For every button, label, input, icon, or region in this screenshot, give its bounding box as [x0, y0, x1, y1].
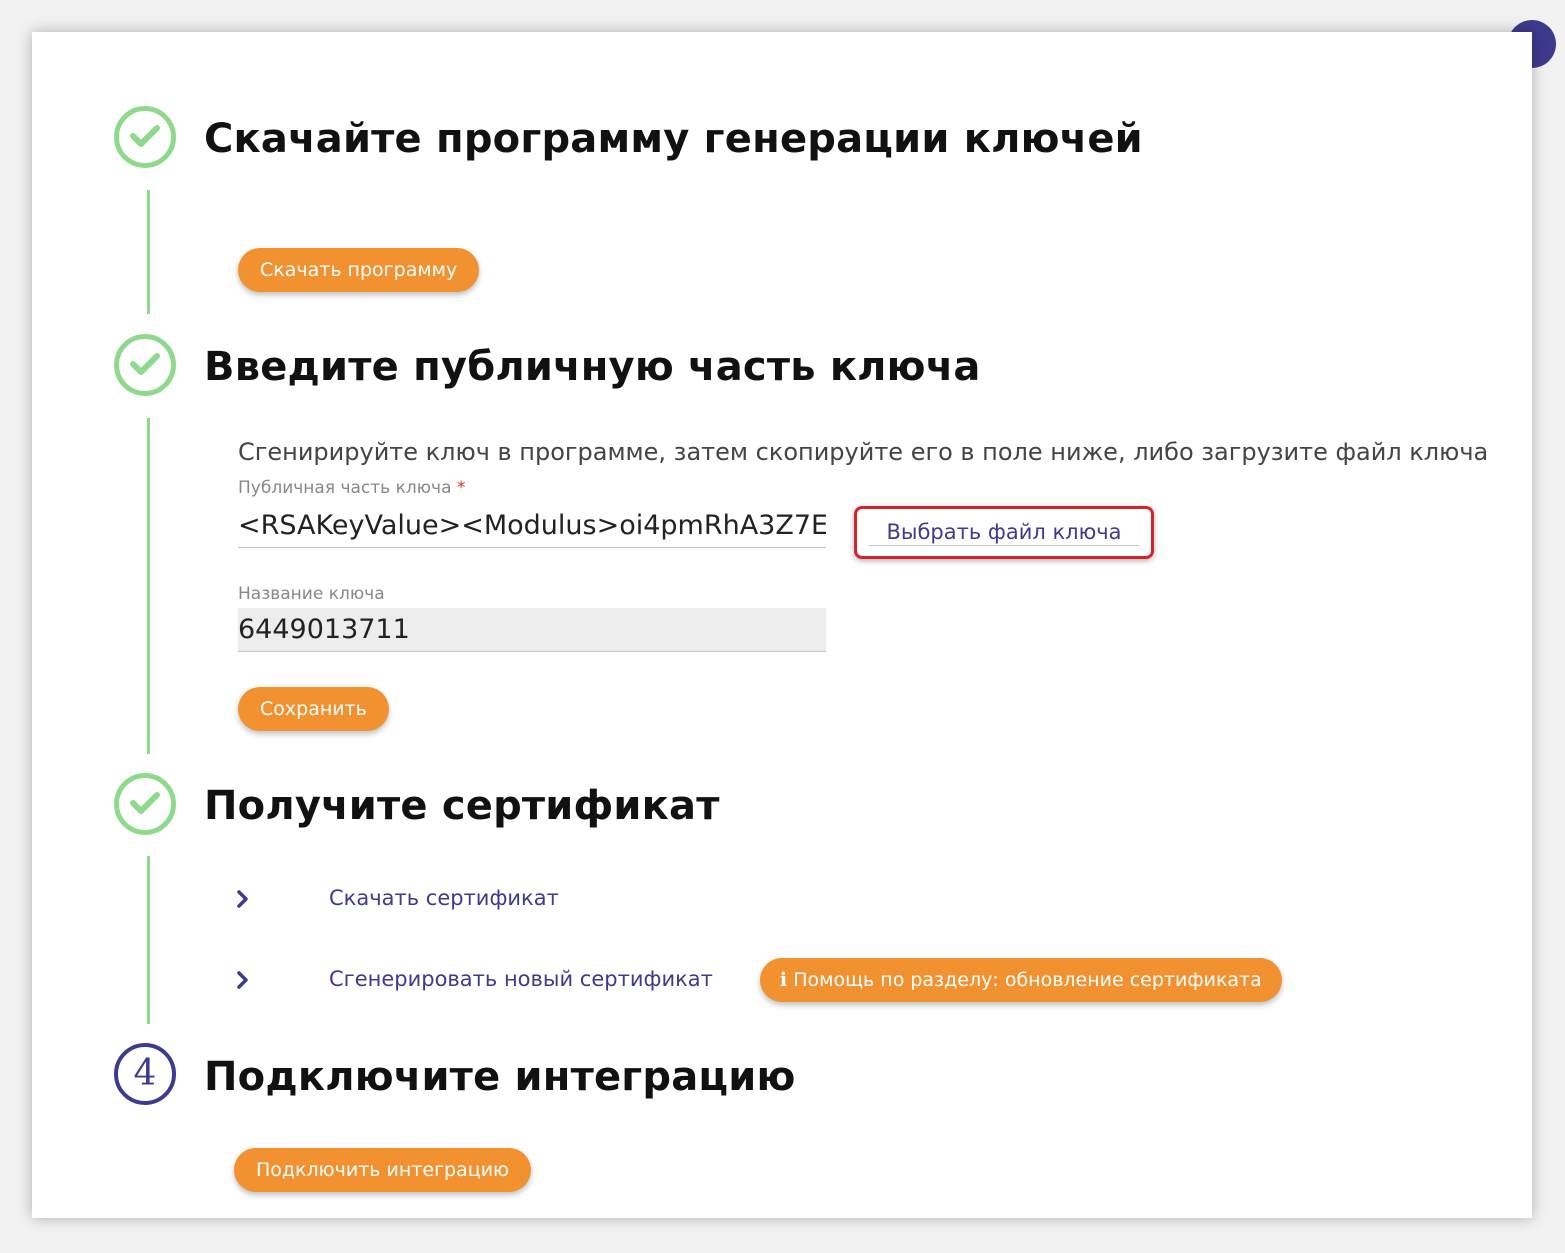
step-2-status-circle — [114, 334, 176, 396]
download-certificate-link[interactable]: Скачать сертификат — [329, 886, 559, 910]
choose-key-file-button[interactable]: Выбрать файл ключа — [854, 506, 1154, 559]
step-1-status-circle — [114, 106, 176, 168]
step-2-description: Сгенирируйте ключ в программе, затем ско… — [238, 438, 1489, 466]
download-program-button[interactable]: Скачать программу — [238, 248, 480, 292]
chevron-right-icon — [237, 890, 248, 908]
public-key-input[interactable] — [238, 504, 826, 548]
integration-steps-panel: Скачайте программу генерации ключей Скач… — [32, 32, 1532, 1218]
step-4-title: Подключите интеграцию — [204, 1054, 796, 1100]
chevron-right-icon — [237, 971, 248, 989]
check-icon — [130, 353, 160, 375]
public-key-label: Публичная часть ключа * — [238, 478, 465, 498]
info-icon: ℹ — [780, 969, 788, 991]
step-3-status-circle — [114, 773, 176, 835]
help-certificate-update-button[interactable]: ℹ Помощь по разделу: обновление сертифик… — [760, 958, 1282, 1002]
save-button[interactable]: Сохранить — [238, 687, 389, 731]
step-4-number-circle: 4 — [114, 1043, 176, 1105]
step-1-connector-line — [147, 190, 150, 314]
step-2-title: Введите публичную часть ключа — [204, 344, 981, 390]
step-3-connector-line — [147, 856, 150, 1024]
step-1-title: Скачайте программу генерации ключей — [204, 116, 1143, 162]
check-icon — [130, 125, 160, 147]
choose-key-file-label: Выбрать файл ключа — [886, 520, 1122, 544]
step-3-title: Получите сертификат — [204, 783, 720, 829]
step-2-connector-line — [147, 418, 150, 754]
choose-key-file-underline — [869, 545, 1139, 546]
key-name-label: Название ключа — [238, 584, 385, 604]
required-mark: * — [456, 478, 466, 498]
help-certificate-update-label: Помощь по разделу: обновление сертификат… — [793, 969, 1262, 991]
public-key-label-text: Публичная часть ключа — [238, 478, 452, 498]
key-name-input[interactable] — [238, 608, 826, 652]
generate-certificate-link[interactable]: Сгенерировать новый сертификат — [329, 967, 713, 991]
check-icon — [130, 792, 160, 814]
connect-integration-button[interactable]: Подключить интеграцию — [234, 1148, 532, 1192]
